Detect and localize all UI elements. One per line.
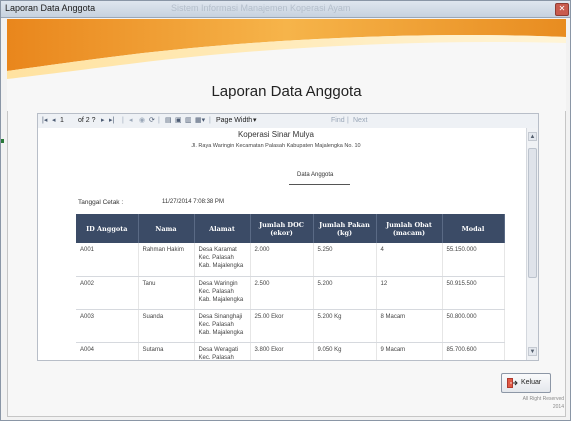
background-window-title: Sistem Informasi Manajemen Koperasi Ayam: [171, 3, 351, 13]
scroll-up-icon[interactable]: ▲: [528, 132, 537, 141]
cell-pakan: 9.050 Kg: [313, 342, 377, 360]
refresh-icon[interactable]: ⟳: [149, 116, 155, 125]
page-total: of 2 ?: [78, 117, 96, 124]
cell-doc: 2.500: [250, 276, 314, 310]
cell-alamat: Desa Weragati Kec. Palasah Kab.: [194, 342, 251, 360]
column-header: Nama: [138, 214, 195, 243]
cell-alamat: Desa Karamat Kec. Palasah Kab. Majalengk…: [194, 243, 251, 277]
vertical-scrollbar[interactable]: ▲ ▼: [526, 128, 538, 360]
report-page: Koperasi Sinar Mulya Jl. Raya Waringin K…: [38, 128, 526, 360]
table-header-row: ID Anggota Nama Alamat Jumlah DOC (ekor)…: [76, 214, 505, 243]
cell-modal: 50.800.000: [442, 309, 505, 343]
cell-nama: Tanu: [138, 276, 195, 310]
keluar-button[interactable]: Keluar: [501, 373, 551, 393]
page-setup-icon[interactable]: ▥: [185, 116, 192, 125]
toolbar-separator: |: [122, 117, 124, 124]
cell-id: A001: [76, 243, 139, 277]
app-window: Laporan Data Anggota Sistem Informasi Ma…: [0, 0, 571, 421]
cell-doc: 25.00 Ekor: [250, 309, 314, 343]
print-date-value: 11/27/2014 7:08:38 PM: [162, 199, 224, 205]
next-link[interactable]: Next: [353, 116, 367, 125]
column-header: Alamat: [194, 214, 251, 243]
scroll-thumb[interactable]: [528, 148, 537, 278]
print-date-label: Tanggal Cetak :: [78, 199, 124, 206]
cell-pakan: 5.200 Kg: [313, 309, 377, 343]
column-header: Jumlah Obat (macam): [376, 214, 443, 243]
company-address: Jl. Raya Waringin Kecamatan Palasah Kabu…: [191, 143, 361, 149]
cell-modal: 50.915.500: [442, 276, 505, 310]
cell-modal: 85.700.600: [442, 342, 505, 360]
cell-obat: 12: [376, 276, 443, 310]
table-row: A001 Rahman Hakim Desa Karamat Kec. Pala…: [76, 243, 505, 277]
find-link[interactable]: Find: [331, 116, 345, 125]
close-button[interactable]: ✕: [555, 3, 569, 16]
report-subtitle: Data Anggota: [297, 172, 334, 178]
member-table: ID Anggota Nama Alamat Jumlah DOC (ekor)…: [76, 214, 505, 360]
exit-door-icon: [507, 378, 518, 388]
cell-alamat: Desa Waringin Kec. Palasah Kab. Majaleng…: [194, 276, 251, 310]
cell-modal: 55.150.000: [442, 243, 505, 277]
print-layout-icon[interactable]: ▣: [175, 116, 182, 125]
table-row: A004 Sutarna Desa Weragati Kec. Palasah …: [76, 342, 505, 360]
chevron-down-icon[interactable]: ▾: [253, 116, 257, 125]
cell-obat: 4: [376, 243, 443, 277]
cell-nama: Suanda: [138, 309, 195, 343]
cell-nama: Rahman Hakim: [138, 243, 195, 277]
column-header: Modal: [442, 214, 505, 243]
next-page-icon[interactable]: ▸: [101, 116, 105, 125]
page-title: Laporan Data Anggota: [211, 83, 362, 100]
cell-alamat: Desa Sinanghaji Kec. Palasah Kab. Majale…: [194, 309, 251, 343]
edge-marker: [1, 139, 4, 143]
cell-obat: 9 Macam: [376, 342, 443, 360]
table-row: A003 Suanda Desa Sinanghaji Kec. Palasah…: [76, 309, 505, 343]
cell-id: A003: [76, 309, 139, 343]
subtitle-underline: [289, 184, 350, 185]
zoom-select[interactable]: Page Width: [216, 116, 252, 125]
toolbar-separator: |: [158, 117, 160, 124]
export-icon[interactable]: ▦▾: [195, 116, 205, 125]
footer-year: 2014: [552, 404, 564, 410]
company-name: Koperasi Sinar Mulya: [237, 130, 315, 139]
cell-obat: 8 Macam: [376, 309, 443, 343]
toolbar-separator: |: [347, 117, 349, 124]
page-number-input[interactable]: 1: [60, 116, 64, 125]
first-page-icon[interactable]: |◂: [42, 116, 47, 125]
title-bar: Laporan Data Anggota Sistem Informasi Ma…: [1, 1, 570, 18]
cell-doc: 2.000: [250, 243, 314, 277]
report-viewer: |◂ ◂ 1 of 2 ? ▸ ▸| | ◂ ◉ ⟳ | ▤ ▣ ▥ ▦▾ | …: [37, 113, 539, 361]
cell-nama: Sutarna: [138, 342, 195, 360]
column-header: ID Anggota: [76, 214, 139, 243]
report-toolbar: |◂ ◂ 1 of 2 ? ▸ ▸| | ◂ ◉ ⟳ | ▤ ▣ ▥ ▦▾ | …: [38, 114, 538, 129]
column-header: Jumlah Pakan (kg): [313, 214, 377, 243]
scroll-down-icon[interactable]: ▼: [528, 347, 537, 356]
previous-page-icon[interactable]: ◂: [52, 116, 56, 125]
table-row: A002 Tanu Desa Waringin Kec. Palasah Kab…: [76, 276, 505, 310]
window-title: Laporan Data Anggota: [5, 3, 96, 13]
cell-pakan: 5.200: [313, 276, 377, 310]
cell-pakan: 5.250: [313, 243, 377, 277]
footer-rights: All Right Reserved: [522, 396, 564, 402]
column-header: Jumlah DOC (ekor): [250, 214, 314, 243]
print-icon[interactable]: ▤: [165, 116, 172, 125]
cell-id: A004: [76, 342, 139, 360]
stop-icon[interactable]: ◉: [139, 116, 145, 125]
keluar-label: Keluar: [521, 379, 542, 386]
last-page-icon[interactable]: ▸|: [109, 116, 114, 125]
cell-doc: 3.800 Ekor: [250, 342, 314, 360]
back-icon[interactable]: ◂: [129, 116, 133, 125]
toolbar-separator: |: [209, 117, 211, 124]
cell-id: A002: [76, 276, 139, 310]
